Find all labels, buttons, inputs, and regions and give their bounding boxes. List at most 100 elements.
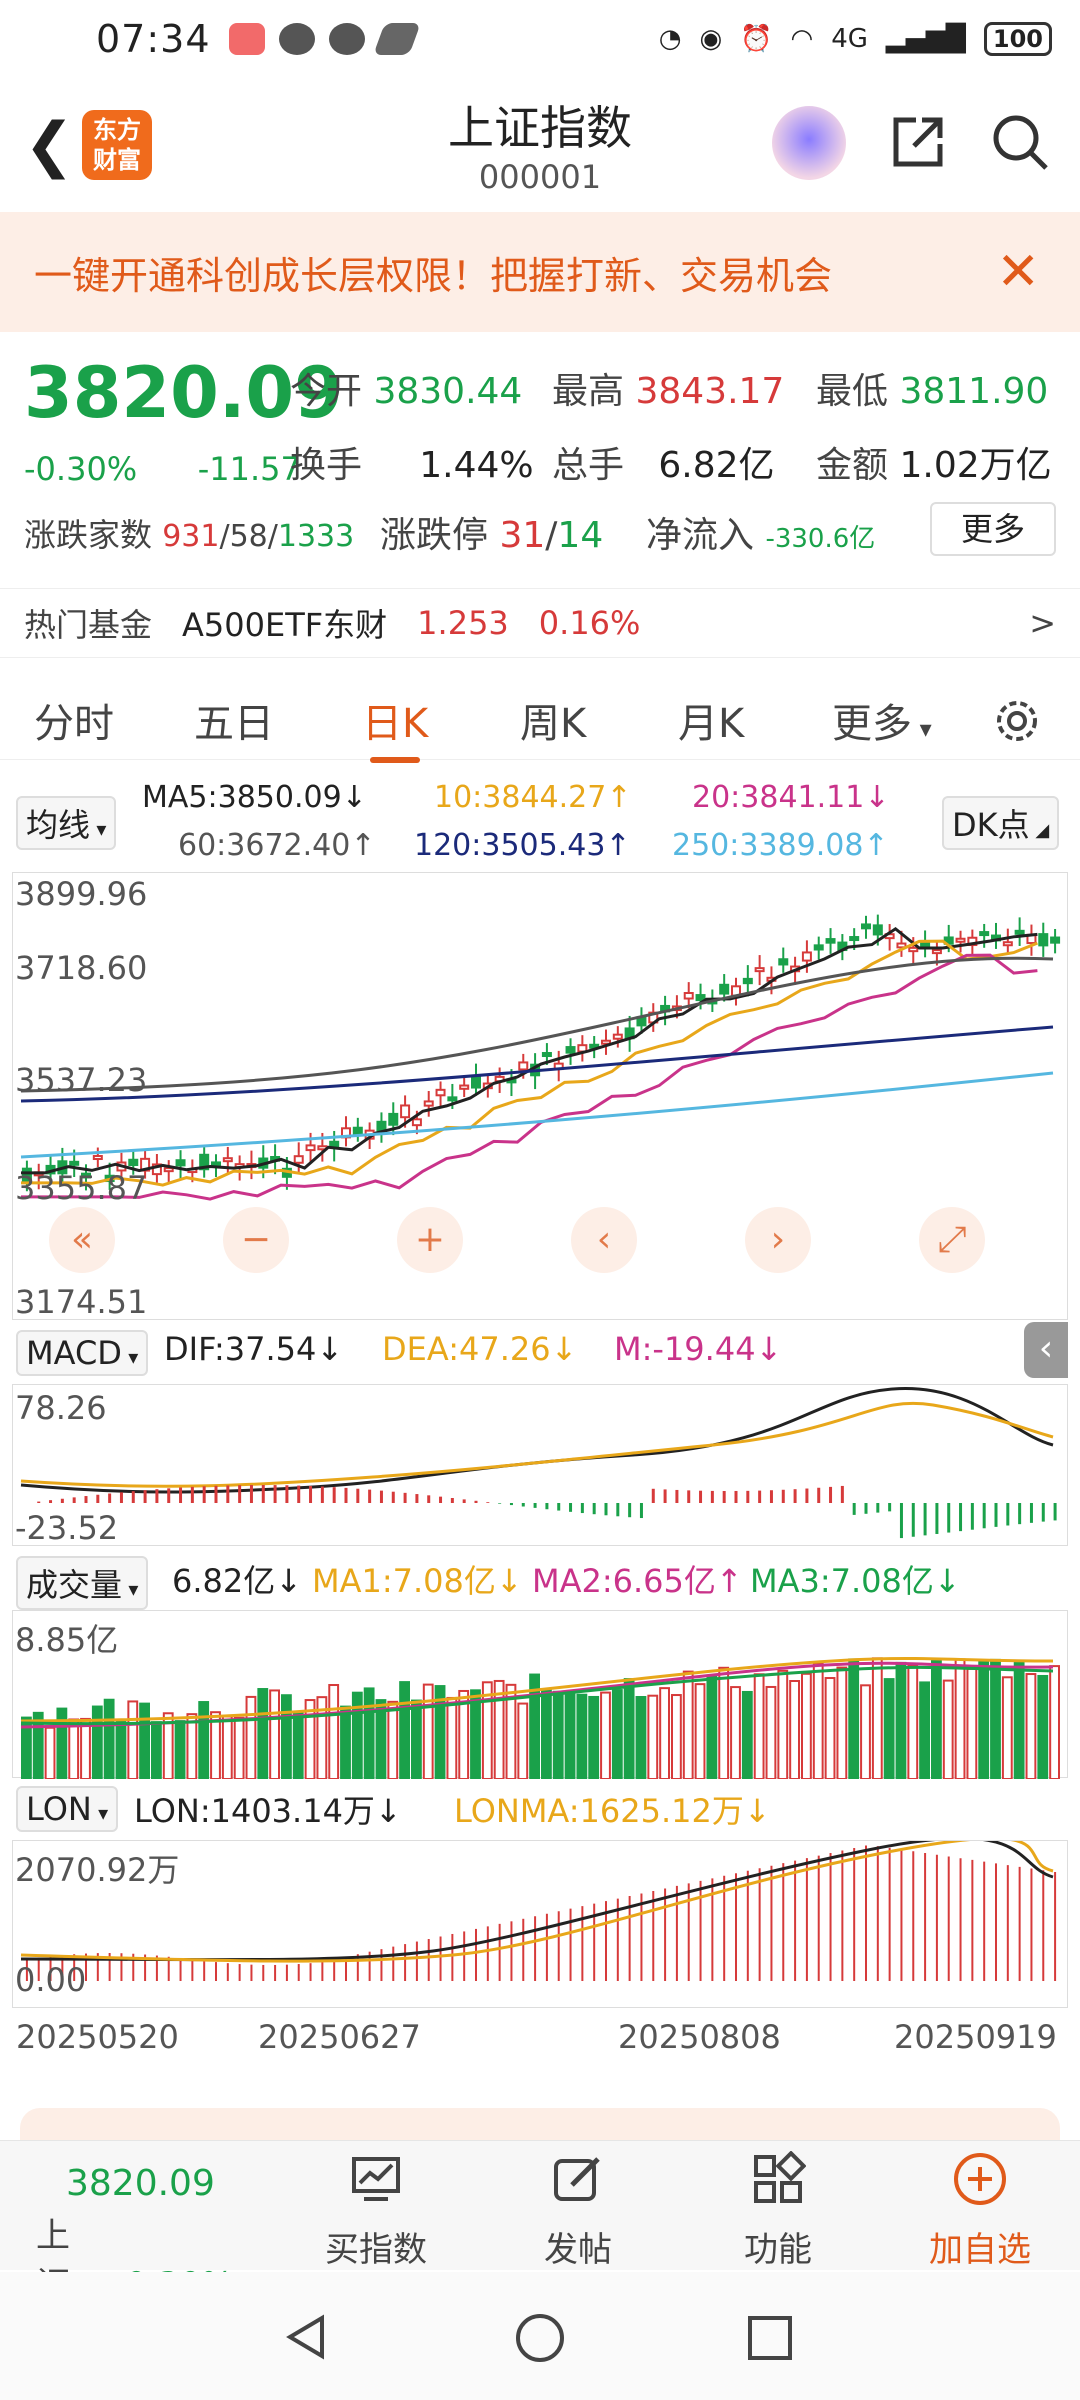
candle-body [411,1118,422,1127]
volume-bar [541,1688,552,1780]
ma-indicator-select[interactable]: 均线 ▾ [16,796,117,850]
volume-svg [20,1657,1060,1781]
dk-point-select[interactable]: DK点 ◢ [942,796,1060,850]
high-value: 3843.17 [635,371,785,412]
tab-five-day[interactable]: 五日 [194,691,274,749]
edit-icon [554,2157,600,2201]
volume-field: 总手 6.82亿 [552,445,775,486]
candle-body [163,1167,174,1173]
battery-icon: 100 [983,22,1052,56]
inflow-value: -330.6亿 [765,524,876,554]
message-icon [278,23,315,55]
candle-body [861,923,871,930]
telegram-icon [372,23,421,55]
volume-bar [269,1689,281,1780]
volume-ma1: MA1:7.08亿↓ [312,1562,523,1600]
volume-bar [340,1705,351,1780]
alarm-icon: ⏰ [740,24,773,54]
wifi-icon: ◠ [790,24,814,54]
candle-body [1038,933,1049,947]
tab-intraday[interactable]: 分时 [34,691,114,749]
post-button[interactable]: 发帖 [518,2151,638,2271]
macd-axis-bottom: -23.52 [15,1509,119,1547]
candle-body [825,938,836,944]
volume-bar [919,1681,931,1780]
candle-body [565,1046,576,1054]
nav-home-icon[interactable] [514,2312,566,2364]
macd-select[interactable]: MACD ▾ [16,1330,149,1376]
nav-recents-icon[interactable] [746,2314,794,2362]
eye-icon: ◉ [699,24,723,54]
volume-bar [824,1677,836,1780]
volume-bar [942,1679,954,1780]
banner-text: 一键开通科创成长层权限！把握打新、交易机会 [34,253,833,298]
kline-chart[interactable]: 3899.96 3718.60 3537.23 3355.87 3174.51 … [12,872,1068,1321]
tab-monthly-k[interactable]: 月K [678,691,744,749]
volume-bar [990,1658,1001,1781]
candle-body [435,1088,446,1097]
tab-weekly-k[interactable]: 周K [520,691,586,749]
network-label: 4G [831,24,868,54]
kline-svg [20,914,1061,1201]
volume-bar [836,1666,848,1780]
candle-body [683,992,694,1000]
volume-bar [789,1680,801,1780]
volume-bar [883,1678,895,1780]
candle-body [612,1033,623,1040]
search-icon[interactable] [988,110,1052,174]
close-icon[interactable]: ✕ [996,242,1040,302]
promo-banner[interactable]: 一键开通科创成长层权限！把握打新、交易机会 ✕ [0,212,1080,332]
candle-body [175,1159,186,1167]
lon-select[interactable]: LON ▾ [16,1786,119,1832]
turnover-value: 1.44% [419,445,534,486]
k-axis-label: 3537.23 [15,1061,148,1099]
lon-chart[interactable]: 2070.92万 0.00 [12,1836,1068,2008]
scroll-left-icon[interactable]: ‹ [571,1207,637,1273]
volume-bar [91,1705,103,1780]
collapse-panel-icon[interactable]: ‹ [1024,1322,1068,1378]
volume-axis-top: 8.85亿 [15,1621,119,1659]
ma250-value: 250:3389.08↑ [672,828,889,863]
app-notification-icon [228,23,265,55]
volume-bar [422,1683,434,1780]
candle-body [813,944,824,951]
share-icon[interactable] [888,112,948,172]
candle-body [801,951,812,962]
function-button[interactable]: 功能 [718,2150,838,2271]
candle-body [305,1144,316,1152]
volume-bar [127,1700,139,1780]
hot-fund-pct: 0.16% [538,604,641,642]
candle-body [518,1061,529,1071]
ma20-line [21,953,1038,1201]
volume-bar [966,1667,978,1780]
buy-index-button[interactable]: 买指数 [316,2151,436,2271]
tab-more[interactable]: 更多 ▾ [832,691,932,749]
volume-bar [777,1669,789,1780]
fullscreen-icon[interactable]: ⤢ [919,1207,985,1273]
scroll-left-fast-icon[interactable]: « [49,1207,115,1273]
add-watchlist-button[interactable]: 加自选 [910,2151,1050,2271]
signal-icon: ▂▄▆█ [885,24,966,54]
volume-bar [1001,1676,1013,1780]
volume-bar [564,1690,576,1780]
volume-bar [812,1662,824,1781]
candle-body [754,967,765,973]
volume-bar [659,1687,671,1780]
assistant-avatar[interactable] [772,106,846,180]
settings-gear-icon[interactable] [990,694,1044,748]
scroll-right-icon[interactable]: › [745,1207,811,1273]
period-tabs: 分时 五日 日K 周K 月K 更多 ▾ [0,680,1080,763]
more-button[interactable]: 更多 [930,502,1056,556]
volume-chart[interactable]: 8.85亿 [12,1610,1068,1781]
zoom-in-icon[interactable]: + [397,1207,463,1273]
nav-back-icon[interactable] [282,2312,332,2362]
zoom-out-icon[interactable]: − [223,1207,289,1273]
hot-fund-row[interactable]: 热门基金 A500ETF东财 1.253 0.16% > [0,588,1080,658]
volume-select[interactable]: 成交量 ▾ [16,1556,149,1610]
tab-daily-k[interactable]: 日K [362,691,428,763]
price-change: -0.30% -11.57 [24,450,301,488]
volume-bar [257,1688,269,1780]
volume-bar [399,1681,411,1780]
macd-chart[interactable]: 78.26 -23.52 [12,1384,1068,1547]
volume-bar [954,1658,966,1781]
